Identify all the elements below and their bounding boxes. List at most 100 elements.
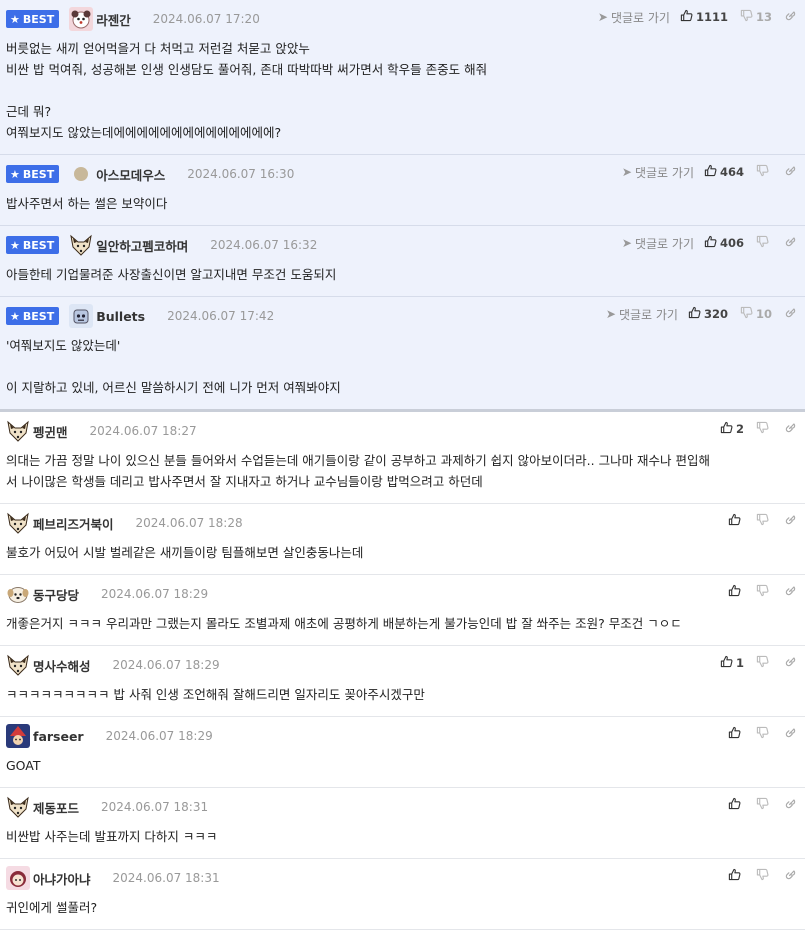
- goto-comment-link[interactable]: ➤ 댓글로 가기: [622, 235, 694, 252]
- thumbs-up-icon: [728, 513, 741, 529]
- downvote-button[interactable]: [756, 797, 772, 813]
- thumbs-down-icon: [756, 584, 769, 600]
- link-icon: [784, 421, 797, 437]
- upvote-button[interactable]: [728, 868, 744, 884]
- thumbs-up-icon: [728, 797, 741, 813]
- nickname[interactable]: 라젠간: [96, 10, 131, 29]
- upvote-button[interactable]: 1: [720, 655, 744, 671]
- copy-link-button[interactable]: [784, 584, 797, 600]
- comment-body: GOAT: [6, 747, 805, 787]
- downvote-button[interactable]: [756, 584, 772, 600]
- goto-comment-link[interactable]: ➤ 댓글로 가기: [606, 306, 678, 323]
- comment-item: 페브리즈거북이 2024.06.07 18:28 불호가 어딨어 시발 벌레같은 새…: [0, 504, 805, 575]
- goto-comment-link[interactable]: ➤ 댓글로 가기: [598, 9, 670, 26]
- anime-girl-icon[interactable]: [6, 866, 30, 890]
- downvote-button[interactable]: 10: [740, 306, 772, 322]
- nickname[interactable]: 동구당당: [33, 585, 79, 604]
- nickname[interactable]: Bullets: [96, 309, 145, 324]
- upvote-count: 1: [735, 656, 744, 670]
- upvote-button[interactable]: 464: [704, 164, 744, 180]
- timestamp: 2024.06.07 17:20: [152, 12, 260, 26]
- best-badge: ★ BEST: [6, 165, 60, 183]
- copy-link-button[interactable]: [784, 9, 797, 25]
- dog-face-icon[interactable]: [6, 582, 30, 606]
- thumbs-down-icon: [756, 797, 769, 813]
- copy-link-button[interactable]: [784, 235, 797, 251]
- link-icon: [784, 164, 797, 180]
- link-icon: [784, 797, 797, 813]
- wizard-icon[interactable]: [6, 724, 30, 748]
- upvote-button[interactable]: 1111: [680, 9, 728, 25]
- thumbs-up-icon: [704, 235, 717, 251]
- comment-header: 펭귄맨 2024.06.07 18:27: [6, 420, 805, 442]
- upvote-count: 464: [719, 165, 744, 179]
- star-icon: ★: [10, 238, 20, 252]
- comment-header: 페브리즈거북이 2024.06.07 18:28: [6, 512, 805, 534]
- nickname[interactable]: 아냐가아냐: [33, 869, 91, 888]
- downvote-button[interactable]: [756, 164, 772, 180]
- timestamp: 2024.06.07 16:32: [210, 238, 318, 252]
- thumbs-down-icon: [756, 868, 769, 884]
- downvote-button[interactable]: [756, 726, 772, 742]
- downvote-button[interactable]: [756, 235, 772, 251]
- downvote-button[interactable]: 13: [740, 9, 772, 25]
- link-icon: [784, 306, 797, 322]
- copy-link-button[interactable]: [784, 868, 797, 884]
- upvote-button[interactable]: [728, 726, 744, 742]
- copy-link-button[interactable]: [784, 726, 797, 742]
- downvote-button[interactable]: [756, 868, 772, 884]
- comment-header: 아냐가아냐 2024.06.07 18:31: [6, 866, 805, 890]
- thumbs-up-icon: [720, 655, 733, 671]
- upvote-button[interactable]: 2: [720, 421, 744, 437]
- comment-item: ★ BEST 일안하고펨코하며 2024.06.07 16:32 ➤ 댓글로 가기 406 아…: [0, 226, 805, 297]
- fox-icon[interactable]: [6, 795, 30, 819]
- comment-text-line: 개좋은거지 ㅋㅋㅋ 우리과만 그랬는지 몰라도 조별과제 애초에 공평하게 배분…: [6, 616, 682, 631]
- comment-actions: [728, 796, 797, 814]
- timestamp: 2024.06.07 18:29: [101, 587, 209, 601]
- upvote-button[interactable]: [728, 797, 744, 813]
- robot-icon[interactable]: [69, 304, 94, 328]
- thumbs-down-icon: [740, 306, 753, 322]
- comment-body: 귀인에게 썰풀러?: [6, 889, 805, 929]
- comment-body: 의대는 가끔 정말 나이 있으신 분들 들어와서 수업듣는데 애기들이랑 같이 …: [6, 442, 805, 503]
- copy-link-button[interactable]: [784, 797, 797, 813]
- goto-comment-link[interactable]: ➤ 댓글로 가기: [622, 164, 694, 181]
- nickname[interactable]: 일안하고펨코하며: [96, 236, 188, 255]
- downvote-button[interactable]: [756, 655, 772, 671]
- fox-icon[interactable]: [6, 511, 30, 535]
- link-icon: [784, 513, 797, 529]
- copy-link-button[interactable]: [784, 655, 797, 671]
- comment-actions: 1: [720, 654, 797, 672]
- nickname[interactable]: 페브리즈거북이: [33, 514, 114, 533]
- send-arrow-icon: ➤: [621, 165, 632, 179]
- upvote-button[interactable]: 320: [688, 306, 728, 322]
- downvote-count: 13: [755, 10, 772, 24]
- nickname[interactable]: 제동포드: [33, 798, 79, 817]
- comment-text-line: 비싼 밥 먹여줘, 성공해본 인생 인생담도 풀어줘, 존대 따박따박 써가면서…: [6, 62, 488, 77]
- comment-header: farseer 2024.06.07 18:29: [6, 724, 805, 748]
- downvote-button[interactable]: [756, 513, 772, 529]
- nickname[interactable]: 펭귄맨: [33, 422, 68, 441]
- upvote-count: 2: [735, 422, 744, 436]
- nickname[interactable]: 명사수해성: [33, 656, 91, 675]
- nickname[interactable]: farseer: [33, 729, 84, 744]
- copy-link-button[interactable]: [784, 164, 797, 180]
- comment-item: 아냐가아냐 2024.06.07 18:31 귀인에게 썰풀러?: [0, 859, 805, 930]
- upvote-button[interactable]: [728, 513, 744, 529]
- copy-link-button[interactable]: [784, 513, 797, 529]
- dog-icon[interactable]: [69, 7, 94, 31]
- circle-avatar-icon[interactable]: [69, 162, 93, 186]
- upvote-count: 1111: [695, 10, 728, 24]
- timestamp: 2024.06.07 17:42: [167, 309, 275, 323]
- fox-icon[interactable]: [6, 419, 30, 443]
- upvote-button[interactable]: [728, 584, 744, 600]
- fox-icon[interactable]: [6, 653, 30, 677]
- nickname[interactable]: 아스모데우스: [96, 165, 165, 184]
- thumbs-down-icon: [756, 164, 769, 180]
- copy-link-button[interactable]: [784, 421, 797, 437]
- upvote-button[interactable]: 406: [704, 235, 744, 251]
- fox-icon[interactable]: [69, 233, 93, 257]
- comment-text-line: 이 지랄하고 있네, 어르신 말씀하시기 전에 니가 먼저 여쭤봐야지: [6, 380, 341, 395]
- downvote-button[interactable]: [756, 421, 772, 437]
- copy-link-button[interactable]: [784, 306, 797, 322]
